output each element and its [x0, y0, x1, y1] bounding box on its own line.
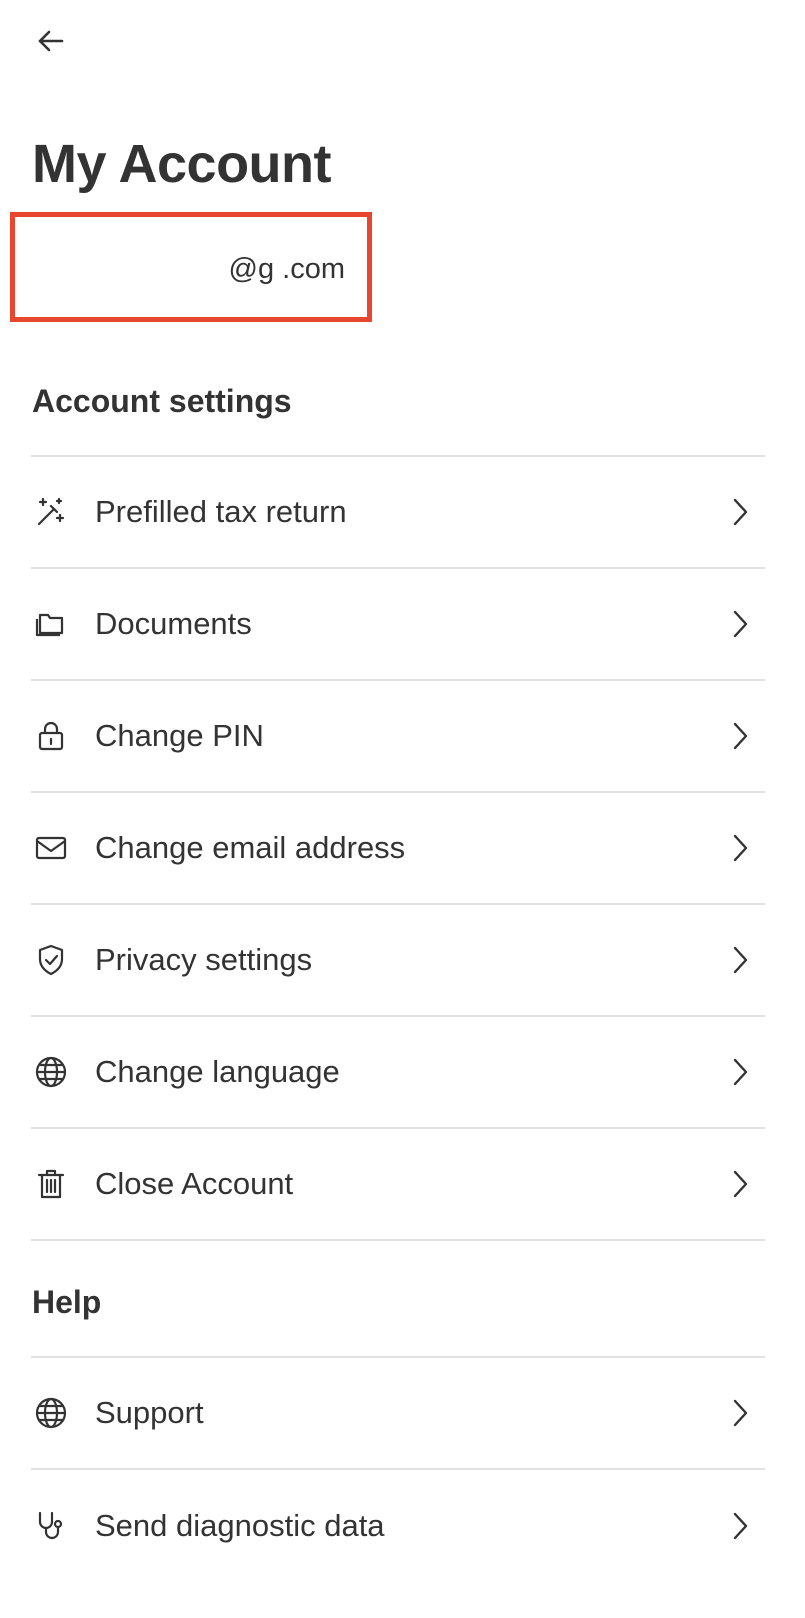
- chevron-right-icon: [725, 833, 755, 863]
- row-privacy-settings[interactable]: Privacy settings: [31, 905, 765, 1017]
- row-label: Privacy settings: [95, 942, 313, 977]
- account-settings-list: Prefilled tax return Documents Change PI…: [31, 455, 765, 1241]
- help-list: Support Send diagnostic data: [31, 1356, 765, 1582]
- row-support[interactable]: Support: [31, 1358, 765, 1470]
- stethoscope-icon: [33, 1508, 69, 1544]
- shield-check-icon: [33, 942, 69, 978]
- row-change-language[interactable]: Change language: [31, 1017, 765, 1129]
- row-change-pin[interactable]: Change PIN: [31, 681, 765, 793]
- row-change-email-address[interactable]: Change email address: [31, 793, 765, 905]
- page-title: My Account: [32, 134, 332, 194]
- chevron-right-icon: [725, 1169, 755, 1199]
- envelope-icon: [33, 830, 69, 866]
- chevron-right-icon: [725, 945, 755, 975]
- lock-icon: [33, 718, 69, 754]
- globe-icon: [33, 1395, 69, 1431]
- row-documents[interactable]: Documents: [31, 569, 765, 681]
- row-send-diagnostic-data[interactable]: Send diagnostic data: [31, 1470, 765, 1582]
- magic-wand-icon: [33, 494, 69, 530]
- row-prefilled-tax-return[interactable]: Prefilled tax return: [31, 457, 765, 569]
- chevron-right-icon: [725, 497, 755, 527]
- account-email: @g .com: [228, 253, 345, 285]
- chevron-right-icon: [725, 1057, 755, 1087]
- row-label: Change PIN: [95, 718, 264, 753]
- chevron-right-icon: [725, 1511, 755, 1541]
- arrow-left-icon: [35, 25, 67, 57]
- row-label: Send diagnostic data: [95, 1508, 385, 1543]
- row-close-account[interactable]: Close Account: [31, 1129, 765, 1241]
- row-label: Support: [95, 1395, 204, 1430]
- row-label: Close Account: [95, 1166, 294, 1201]
- email-highlight-box: @g .com: [10, 212, 372, 322]
- trash-icon: [33, 1166, 69, 1202]
- chevron-right-icon: [725, 609, 755, 639]
- folder-icon: [33, 606, 69, 642]
- row-label: Change language: [95, 1054, 340, 1089]
- globe-icon: [33, 1054, 69, 1090]
- chevron-right-icon: [725, 1398, 755, 1428]
- chevron-right-icon: [725, 721, 755, 751]
- row-label: Documents: [95, 606, 252, 641]
- back-button[interactable]: [30, 20, 72, 62]
- row-label: Change email address: [95, 830, 406, 865]
- help-heading: Help: [32, 1284, 102, 1320]
- row-label: Prefilled tax return: [95, 494, 347, 529]
- account-settings-heading: Account settings: [32, 383, 292, 419]
